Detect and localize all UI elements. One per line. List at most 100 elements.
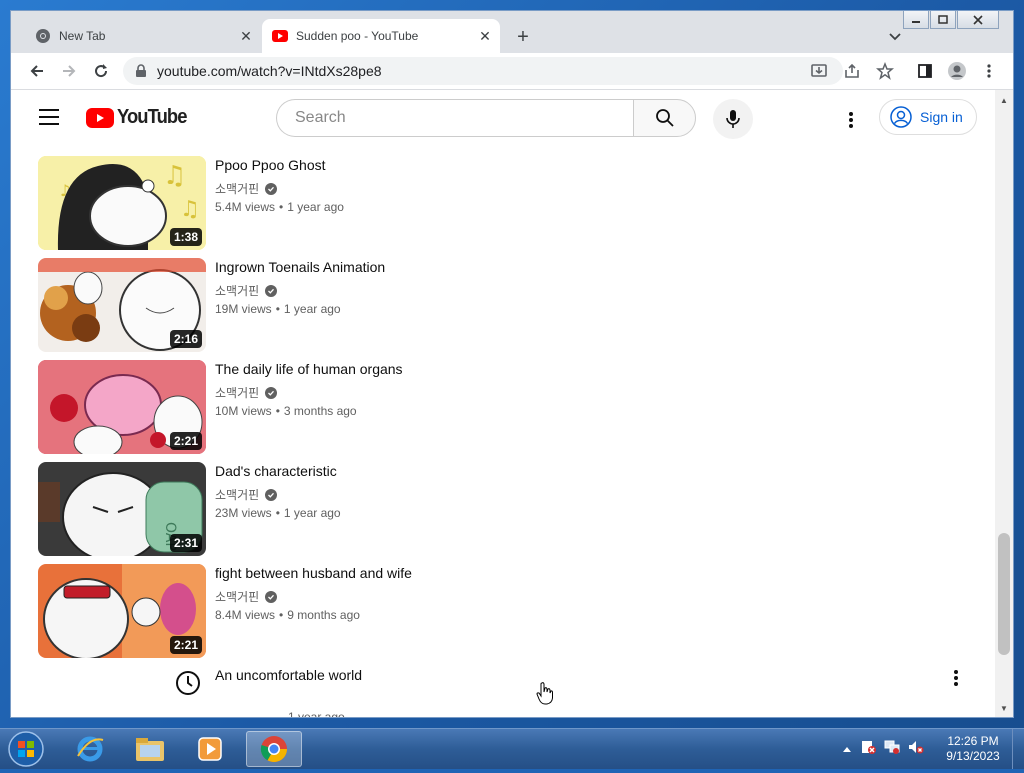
youtube-header: YouTube Sign in	[11, 90, 995, 148]
view-count: 5.4M views	[215, 200, 276, 214]
chevron-up-icon[interactable]	[842, 740, 852, 758]
list-item[interactable]: 2:21 The daily life of human organs 소맥거핀…	[38, 360, 968, 454]
verified-check-icon	[265, 386, 278, 399]
volume-muted-icon[interactable]	[908, 739, 924, 760]
duration-badge: 2:31	[169, 534, 202, 552]
video-thumbnail[interactable]: 2:21	[38, 360, 206, 454]
channel-label: 소맥거핀	[215, 488, 260, 502]
channel-name[interactable]: 소맥거핀	[215, 282, 278, 299]
video-title[interactable]: The daily life of human organs	[215, 361, 403, 377]
close-tab-icon[interactable]: ✕	[237, 27, 255, 45]
video-title[interactable]: Dad's characteristic	[215, 463, 337, 479]
settings-kebab-icon[interactable]	[839, 108, 863, 132]
channel-name[interactable]: 소맥거핀	[215, 588, 278, 605]
upload-age: 1 year ago	[288, 710, 345, 718]
new-tab-button[interactable]: +	[511, 25, 535, 49]
view-count: 8.4M views	[215, 608, 276, 622]
web-page: ♫ ♫ ♪ 1:38 Ppoo Ppoo Ghost 소맥거핀 5.4M vie…	[11, 90, 995, 718]
network-icon[interactable]	[884, 739, 900, 760]
sign-in-button[interactable]: Sign in	[879, 99, 977, 135]
tab-strip: New Tab ✕ Sudden poo - YouTube ✕ +	[11, 11, 1013, 53]
search-icon	[655, 109, 674, 127]
voice-search-button[interactable]	[713, 99, 753, 139]
scroll-up-icon[interactable]: ▲	[998, 94, 1010, 106]
back-icon[interactable]	[25, 59, 49, 83]
svg-text:♫: ♫	[180, 197, 200, 222]
video-title[interactable]: Ingrown Toenails Animation	[215, 259, 385, 275]
channel-label: 소맥거핀	[215, 284, 260, 298]
verified-check-icon	[265, 182, 278, 195]
address-bar[interactable]: youtube.com/watch?v=INtdXs28pe8	[123, 57, 843, 85]
close-tab-icon[interactable]: ✕	[476, 27, 494, 45]
upload-age: 1 year ago	[283, 302, 341, 316]
more-options-icon[interactable]	[944, 666, 968, 690]
media-player-icon[interactable]	[182, 731, 238, 767]
svg-text:♫: ♫	[163, 161, 186, 191]
reload-icon[interactable]	[89, 59, 113, 83]
chevron-down-icon[interactable]	[885, 27, 905, 47]
video-title[interactable]: Ppoo Ppoo Ghost	[215, 157, 326, 173]
taskbar: 12:26 PM 9/13/2023	[0, 728, 1024, 769]
video-thumbnail[interactable]: 2:21	[38, 564, 206, 658]
start-button[interactable]	[6, 730, 46, 768]
scroll-down-icon[interactable]: ▼	[998, 702, 1010, 714]
video-meta: 5.4M views • 1 year ago	[215, 200, 344, 214]
search-button[interactable]	[633, 99, 696, 137]
system-clock[interactable]: 12:26 PM 9/13/2023	[940, 734, 1006, 764]
tab-youtube[interactable]: Sudden poo - YouTube ✕	[262, 19, 500, 53]
side-panel-icon[interactable]	[913, 59, 937, 83]
forward-icon[interactable]	[57, 59, 81, 83]
youtube-icon	[272, 28, 288, 44]
account-circle-icon	[890, 106, 912, 128]
video-thumbnail[interactable]: ♫ ♫ ♪ 1:38	[38, 156, 206, 250]
window-controls	[902, 11, 999, 29]
channel-name[interactable]: 소맥거핀	[215, 486, 278, 503]
action-center-icon[interactable]	[860, 739, 876, 760]
scrollbar-thumb[interactable]	[998, 533, 1010, 655]
file-explorer-icon[interactable]	[122, 731, 178, 767]
show-desktop-button[interactable]	[1012, 729, 1024, 769]
upload-age: 9 months ago	[287, 608, 360, 622]
share-icon[interactable]	[840, 59, 864, 83]
duration-badge: 1:38	[169, 228, 202, 246]
bookmark-star-icon[interactable]	[873, 59, 897, 83]
channel-label: 소맥거핀	[215, 386, 260, 400]
video-title[interactable]: An uncomfortable world	[215, 667, 362, 683]
clock-date: 9/13/2023	[946, 749, 1000, 763]
video-title[interactable]: fight between husband and wife	[215, 565, 412, 581]
list-item[interactable]: 2:21 fight between husband and wife 소맥거핀…	[38, 564, 968, 658]
close-window-button[interactable]	[957, 11, 999, 29]
youtube-logo[interactable]: YouTube	[86, 106, 193, 129]
url-text: youtube.com/watch?v=INtdXs28pe8	[157, 63, 382, 79]
view-count: 23M views	[215, 506, 272, 520]
channel-name[interactable]: 소맥거핀	[215, 180, 278, 197]
video-meta: 23M views • 1 year ago	[215, 506, 341, 520]
profile-icon[interactable]	[945, 59, 969, 83]
verified-check-icon	[265, 284, 278, 297]
list-item[interactable]: 2:16 Ingrown Toenails Animation 소맥거핀 19M…	[38, 258, 968, 352]
verified-check-icon	[265, 488, 278, 501]
menu-icon[interactable]	[39, 108, 61, 126]
video-thumbnail[interactable]: 2:16	[38, 258, 206, 352]
list-item[interactable]: OAP 2:31 Dad's characteristic 소맥거핀 23M v…	[38, 462, 968, 556]
minimize-button[interactable]	[903, 11, 929, 29]
video-thumbnail[interactable]: OAP 2:31	[38, 462, 206, 556]
duration-badge: 2:21	[169, 636, 202, 654]
tab-new-tab[interactable]: New Tab ✕	[25, 19, 261, 53]
svg-text:♪: ♪	[60, 181, 70, 200]
verified-check-icon	[265, 590, 278, 603]
maximize-button[interactable]	[930, 11, 956, 29]
install-app-icon[interactable]	[807, 59, 831, 83]
lock-icon	[135, 64, 147, 78]
tab-title: Sudden poo - YouTube	[296, 29, 419, 43]
internet-explorer-icon[interactable]	[62, 731, 118, 767]
chrome-taskbar-icon[interactable]	[246, 731, 302, 767]
search-input[interactable]	[293, 108, 617, 128]
browser-menu-icon[interactable]	[977, 59, 1001, 83]
search-box[interactable]	[276, 99, 633, 137]
channel-name[interactable]: 소맥거핀	[215, 384, 278, 401]
list-item[interactable]: An uncomfortable world 1 year ago	[38, 666, 968, 718]
chrome-icon	[35, 28, 51, 44]
list-item[interactable]: ♫ ♫ ♪ 1:38 Ppoo Ppoo Ghost 소맥거핀 5.4M vie…	[38, 156, 968, 250]
page-scrollbar[interactable]: ▲ ▼	[995, 90, 1013, 717]
